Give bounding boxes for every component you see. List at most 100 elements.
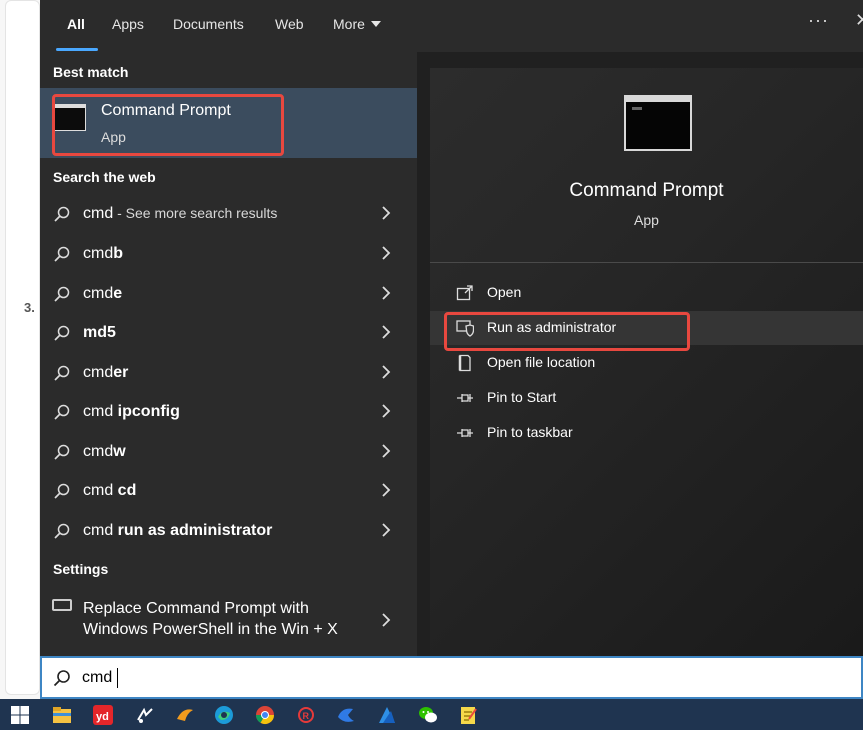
app-icon[interactable]: [377, 705, 397, 725]
web-result-label: cmd run as administrator: [83, 522, 272, 540]
best-match-heading: Best match: [53, 64, 129, 80]
chevron-right-icon: [382, 286, 391, 300]
search-web-heading: Search the web: [53, 169, 156, 185]
web-result-item[interactable]: cmde: [40, 275, 417, 313]
suggestion-text: md5: [83, 324, 116, 341]
wechat-icon[interactable]: [418, 705, 438, 725]
search-icon: [54, 523, 70, 539]
text-caret: [117, 668, 118, 688]
taskbar: yd R: [0, 699, 863, 730]
suggestion-text: ipconfig: [117, 403, 180, 420]
web-result-item[interactable]: cmd - See more search results: [40, 195, 417, 233]
command-prompt-large-icon: [624, 95, 692, 151]
web-result-item[interactable]: cmdw: [40, 433, 417, 471]
web-result-item[interactable]: cmdb: [40, 235, 417, 273]
preview-pane: Command Prompt App Open Run as administr…: [430, 68, 863, 656]
action-open[interactable]: Open: [430, 276, 863, 310]
active-tab-indicator: [56, 48, 98, 51]
action-pin-to-start[interactable]: Pin to Start: [430, 381, 863, 415]
web-result-label: cmde: [83, 285, 122, 303]
web-result-item[interactable]: cmd cd: [40, 472, 417, 510]
action-label: Pin to taskbar: [487, 424, 573, 440]
chevron-right-icon: [382, 246, 391, 260]
suggestion-text: w: [113, 443, 126, 460]
query-text: cmd: [83, 522, 118, 539]
file-explorer-icon[interactable]: [52, 705, 72, 725]
notes-icon[interactable]: [458, 705, 478, 725]
web-result-item[interactable]: cmd run as administrator: [40, 512, 417, 550]
tab-more-label: More: [333, 16, 365, 32]
web-result-label: cmd cd: [83, 482, 136, 500]
close-icon[interactable]: ✕: [855, 10, 863, 31]
more-options-button[interactable]: ···: [808, 10, 829, 31]
chevron-right-icon: [382, 206, 391, 220]
web-result-label: cmd - See more search results: [83, 205, 277, 223]
chevron-right-icon: [382, 613, 391, 627]
svg-text:yd: yd: [96, 711, 109, 723]
windows-start-icon[interactable]: [10, 705, 30, 725]
query-text: cmd: [83, 403, 118, 420]
chevron-right-icon: [382, 523, 391, 537]
query-text: cmd: [83, 364, 114, 381]
action-label: Open: [487, 284, 522, 300]
app-icon[interactable]: [175, 705, 195, 725]
open-icon: [456, 285, 473, 301]
chevron-right-icon: [382, 444, 391, 458]
search-box[interactable]: [40, 656, 863, 699]
tab-web[interactable]: Web: [275, 16, 304, 32]
chevron-right-icon: [382, 483, 391, 497]
youdao-icon[interactable]: yd: [93, 705, 113, 725]
web-result-item[interactable]: cmd ipconfig: [40, 393, 417, 431]
edge-icon[interactable]: [214, 705, 234, 725]
preview-subtitle: App: [634, 212, 659, 228]
search-icon: [54, 404, 70, 420]
chrome-icon[interactable]: [255, 705, 275, 725]
query-text: cmd: [83, 205, 114, 222]
search-icon: [54, 206, 70, 222]
background-card: [5, 0, 40, 695]
web-result-label: md5: [83, 324, 116, 342]
search-panel: All Apps Documents Web More ··· ✕ Best m…: [40, 0, 863, 656]
search-icon: [53, 670, 70, 687]
suggestion-text: b: [113, 245, 124, 262]
display-icon: [52, 599, 72, 611]
chevron-right-icon: [382, 365, 391, 379]
search-input[interactable]: [82, 666, 782, 690]
search-tabs-bar: All Apps Documents Web More ··· ✕: [40, 0, 863, 52]
app-icon[interactable]: [135, 705, 155, 725]
web-result-label: cmdw: [83, 443, 126, 461]
web-result-item[interactable]: md5: [40, 314, 417, 352]
setting-replace-powershell[interactable]: Replace Command Prompt with Windows Powe…: [40, 594, 417, 650]
setting-label-line1: Replace Command Prompt with: [83, 600, 309, 617]
highlight-box: [52, 94, 284, 156]
file-location-icon: [458, 354, 471, 372]
tab-all[interactable]: All: [67, 16, 85, 32]
search-icon: [54, 325, 70, 341]
result-hint: - See more search results: [113, 205, 278, 221]
tab-more[interactable]: More: [333, 16, 381, 32]
step-number: 3.: [24, 300, 35, 315]
action-label: Pin to Start: [487, 389, 557, 405]
best-match-command-prompt[interactable]: Command Prompt App: [40, 88, 417, 158]
action-pin-to-taskbar[interactable]: Pin to taskbar: [430, 416, 863, 450]
web-result-item[interactable]: cmder: [40, 354, 417, 392]
app-icon[interactable]: [336, 705, 356, 725]
tab-documents[interactable]: Documents: [173, 16, 244, 32]
chevron-right-icon: [382, 325, 391, 339]
divider: [430, 262, 863, 263]
action-label: Open file location: [487, 354, 596, 370]
chevron-down-icon: [370, 21, 381, 27]
tab-apps[interactable]: Apps: [112, 16, 144, 32]
web-result-label: cmder: [83, 364, 128, 382]
action-open-file-location[interactable]: Open file location: [430, 346, 863, 380]
query-text: cmd: [83, 245, 114, 262]
background-document: 3.: [0, 0, 40, 700]
search-icon: [54, 365, 70, 381]
app-icon[interactable]: R: [296, 705, 316, 725]
suggestion-text: e: [113, 285, 123, 302]
pin-icon: [457, 394, 473, 402]
setting-label-line2: Windows PowerShell in the Win + X: [83, 621, 338, 638]
setting-label: Replace Command Prompt with Windows Powe…: [83, 598, 338, 640]
results-list: Best match Command Prompt App Search the…: [40, 52, 417, 656]
web-result-label: cmd ipconfig: [83, 403, 180, 421]
